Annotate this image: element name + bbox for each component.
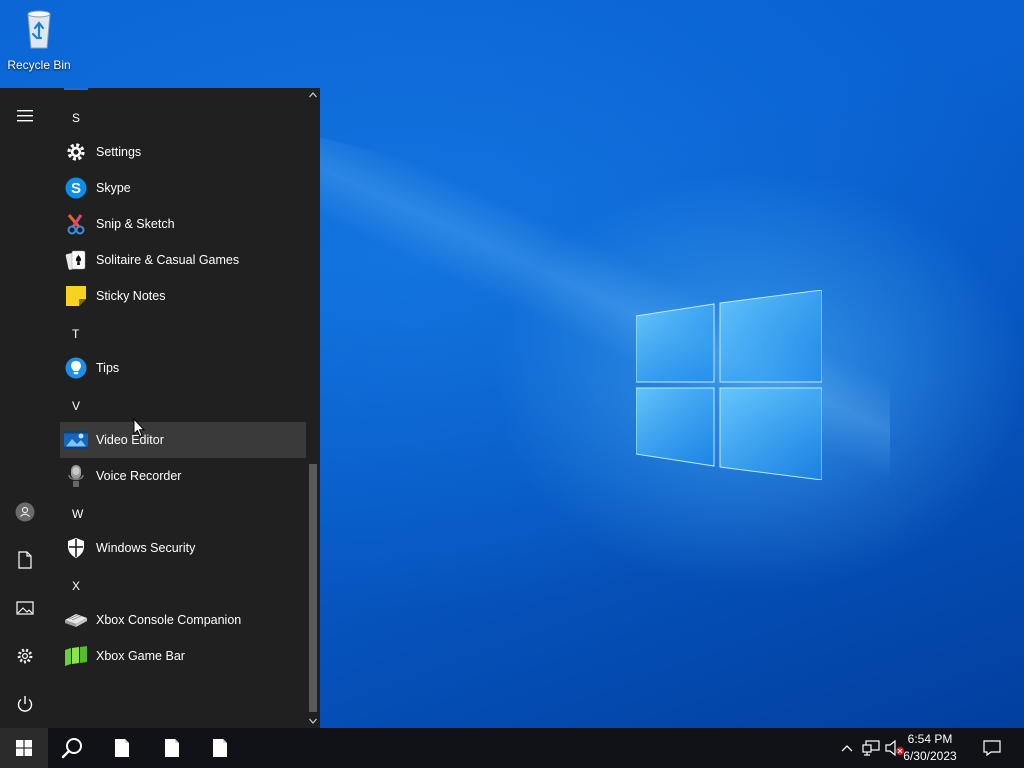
recycle-bin-icon	[15, 6, 63, 54]
app-label: Snip & Sketch	[96, 217, 175, 231]
scroll-up-button[interactable]	[306, 88, 320, 102]
chevron-up-icon	[841, 745, 853, 752]
recycle-bin-label: Recycle Bin	[7, 58, 71, 72]
app-label: Video Editor	[96, 433, 164, 447]
power-button[interactable]	[0, 684, 50, 724]
app-sticky-notes[interactable]: Sticky Notes	[60, 278, 306, 314]
hamburger-menu-button[interactable]	[0, 96, 50, 136]
lightbulb-icon	[64, 356, 88, 380]
app-label: Voice Recorder	[96, 469, 182, 483]
action-center-button[interactable]	[976, 728, 1008, 768]
windows-logo-icon	[16, 740, 32, 756]
recycle-bin[interactable]: Recycle Bin	[4, 6, 74, 72]
scroll-thumb[interactable]	[309, 464, 317, 712]
search-icon	[61, 738, 82, 759]
search-button[interactable]	[48, 728, 96, 768]
taskbar: 6:54 PM 6/30/2023	[0, 728, 1024, 768]
document-icon	[115, 739, 129, 757]
app-xbox-game-bar[interactable]: Xbox Game Bar	[60, 638, 306, 674]
taskbar-file-1[interactable]	[98, 728, 146, 768]
windows-wallpaper-logo	[636, 290, 822, 480]
start-rail	[0, 88, 50, 728]
show-hidden-icons-button[interactable]	[836, 728, 858, 768]
start-menu: S Settings S Skype Snip & Sketch Solitai…	[0, 88, 320, 728]
taskbar-file-2[interactable]	[148, 728, 196, 768]
chevron-up-icon	[309, 92, 317, 98]
video-editor-icon	[64, 428, 88, 452]
app-tips[interactable]: Tips	[60, 350, 306, 386]
app-xbox-console-companion[interactable]: Xbox Console Companion	[60, 602, 306, 638]
app-label: Sticky Notes	[96, 289, 166, 303]
app-list: S Settings S Skype Snip & Sketch Solitai…	[60, 88, 306, 728]
document-icon	[165, 739, 179, 757]
app-label: Settings	[96, 145, 142, 159]
solitaire-icon	[64, 248, 88, 272]
group-letter-x[interactable]: X	[72, 576, 80, 596]
group-letter-v[interactable]: V	[72, 396, 80, 416]
app-voice-recorder[interactable]: Voice Recorder	[60, 458, 306, 494]
skype-icon: S	[64, 176, 88, 200]
pictures-button[interactable]	[0, 588, 50, 628]
hamburger-menu-icon	[17, 110, 33, 122]
settings-icon	[17, 648, 33, 664]
svg-text:S: S	[71, 180, 81, 197]
clock[interactable]: 6:54 PM 6/30/2023	[894, 731, 966, 765]
app-label: Windows Security	[96, 541, 196, 555]
sticky-notes-icon	[64, 284, 88, 308]
xbox-game-bar-icon	[64, 644, 88, 668]
app-label: Solitaire & Casual Games	[96, 253, 240, 267]
app-settings[interactable]: Settings	[60, 134, 306, 170]
chevron-down-icon	[309, 718, 317, 724]
user-account-button[interactable]	[0, 492, 50, 532]
documents-icon	[18, 551, 32, 569]
app-video-editor[interactable]: Video Editor	[60, 422, 306, 458]
app-skype[interactable]: S Skype	[60, 170, 306, 206]
group-letter-s[interactable]: S	[72, 108, 80, 128]
document-icon	[213, 739, 227, 757]
taskbar-file-3[interactable]	[196, 728, 244, 768]
documents-button[interactable]	[0, 540, 50, 580]
snip-sketch-icon	[64, 212, 88, 236]
network-button[interactable]	[860, 728, 882, 768]
microphone-icon	[64, 464, 88, 488]
app-label: Xbox Game Bar	[96, 649, 185, 663]
app-windows-security[interactable]: Windows Security	[60, 530, 306, 566]
clock-time: 6:54 PM	[907, 732, 953, 746]
app-list-scrollbar[interactable]	[306, 88, 320, 728]
start-button[interactable]	[0, 728, 48, 768]
group-letter-w[interactable]: W	[72, 504, 83, 524]
app-label: Skype	[96, 181, 131, 195]
pictures-icon	[16, 601, 34, 615]
settings-rail-button[interactable]	[0, 636, 50, 676]
mouse-cursor-icon	[133, 418, 145, 438]
app-snip-sketch[interactable]: Snip & Sketch	[60, 206, 306, 242]
user-account-icon	[15, 502, 35, 522]
app-solitaire[interactable]: Solitaire & Casual Games	[60, 242, 306, 278]
app-label: Tips	[96, 361, 120, 375]
app-label: Xbox Console Companion	[96, 613, 242, 627]
shield-icon	[64, 536, 88, 560]
partial-app-icon	[64, 88, 88, 90]
action-center-icon	[983, 740, 1001, 756]
group-letter-t[interactable]: T	[72, 324, 79, 344]
clock-date: 6/30/2023	[903, 749, 957, 763]
xbox-console-icon	[64, 608, 88, 632]
power-icon	[17, 696, 33, 712]
gear-icon	[64, 140, 88, 164]
network-icon	[862, 740, 880, 756]
scroll-down-button[interactable]	[306, 714, 320, 728]
